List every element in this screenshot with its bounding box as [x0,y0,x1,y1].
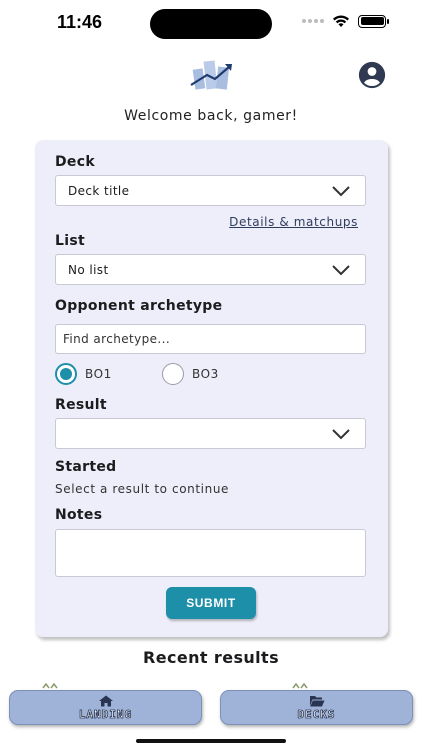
nav-decks-button[interactable]: DECKS [220,690,413,725]
started-helper-text: Select a result to continue [55,482,230,496]
folder-open-icon [309,695,324,706]
result-item-icon [42,683,58,689]
submit-button[interactable]: SUBMIT [166,587,256,619]
details-matchups-link[interactable]: Details & matchups [229,215,358,229]
cellular-signal-icon [302,19,324,23]
radio-bo3-label: BO3 [192,367,219,381]
home-icon [98,695,113,706]
wifi-icon [333,15,349,27]
started-label: Started [55,459,117,475]
nav-landing-label: LANDING [78,707,133,721]
list-label: List [55,233,85,249]
battery-icon [358,14,389,28]
welcome-message: Welcome back, gamer! [124,108,298,124]
chevron-down-icon [332,265,350,276]
list-select-value: No list [68,262,109,277]
opponent-archetype-label: Opponent archetype [55,298,223,314]
profile-icon[interactable] [356,61,388,89]
opponent-archetype-input[interactable] [55,324,366,354]
radio-bo1[interactable]: BO1 [55,363,112,385]
nav-landing-button[interactable]: LANDING [9,690,202,725]
chevron-down-icon [332,429,350,440]
app-logo-icon [190,60,232,90]
result-item-icon [292,683,308,689]
radio-bo1-indicator[interactable] [55,363,77,385]
result-label: Result [55,397,107,413]
recent-results-heading: Recent results [142,648,280,667]
dynamic-island [150,9,272,39]
result-select[interactable] [55,418,366,449]
match-form-card: Deck Deck title Details & matchups List … [35,140,388,637]
chevron-down-icon [332,186,350,197]
radio-bo1-label: BO1 [85,367,112,381]
status-time: 11:46 [57,12,103,32]
nav-decks-label: DECKS [297,707,336,721]
list-select[interactable]: No list [55,254,366,285]
status-icons [302,14,389,28]
notes-label: Notes [55,507,103,523]
deck-select[interactable]: Deck title [55,175,366,206]
radio-bo3[interactable]: BO3 [162,363,219,385]
home-indicator [136,739,286,743]
notes-textarea[interactable] [55,529,366,577]
status-bar: 11:46 [0,0,422,50]
deck-label: Deck [55,154,95,170]
radio-bo3-indicator[interactable] [162,363,184,385]
deck-select-value: Deck title [68,183,130,198]
